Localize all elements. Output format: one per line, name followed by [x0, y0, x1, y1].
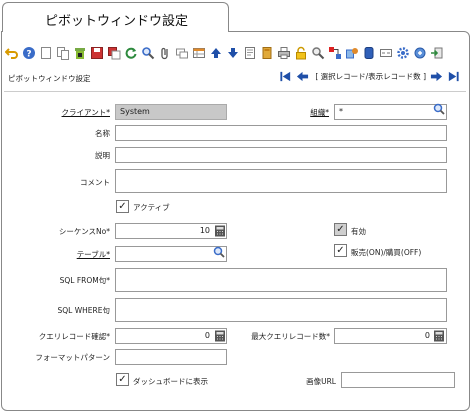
- org-search-icon[interactable]: [433, 103, 445, 115]
- org-label: 組織*: [310, 108, 329, 117]
- comment-field[interactable]: [115, 169, 447, 193]
- copy-record-icon[interactable]: [55, 46, 70, 61]
- form-icon[interactable]: [378, 46, 393, 61]
- svg-text:?: ?: [26, 50, 31, 60]
- first-record-icon[interactable]: [278, 69, 293, 84]
- table-field[interactable]: [115, 246, 227, 262]
- sql-where-label: SQL WHERE句: [57, 306, 110, 315]
- back-arrow-icon[interactable]: [295, 69, 310, 84]
- report-icon[interactable]: [242, 46, 257, 61]
- valid-label: 有効: [351, 227, 366, 236]
- attachment-icon[interactable]: [157, 46, 172, 61]
- sql-from-field[interactable]: [115, 268, 447, 292]
- format-label: フォーマットパターン: [35, 353, 110, 362]
- save-copy-icon[interactable]: [106, 46, 121, 61]
- exit-icon[interactable]: [429, 46, 444, 61]
- query-confirm-label: クエリレコード確認*: [38, 332, 110, 341]
- client-label: クライアント*: [61, 108, 110, 117]
- window-tab[interactable]: ピボットウィンドウ設定: [2, 2, 229, 32]
- lock-icon[interactable]: [293, 46, 308, 61]
- divider: [4, 91, 466, 92]
- forward-arrow-icon[interactable]: [429, 69, 444, 84]
- calculator-icon[interactable]: [214, 330, 226, 342]
- process-icon[interactable]: [412, 46, 427, 61]
- calculator-icon[interactable]: [433, 330, 445, 342]
- request-icon[interactable]: [361, 46, 376, 61]
- find-icon[interactable]: [140, 46, 155, 61]
- active-checkbox[interactable]: ✓: [116, 200, 129, 213]
- seq-label: シーケンスNo*: [58, 227, 110, 236]
- max-query-label: 最大クエリレコード数*: [251, 332, 330, 341]
- org-field[interactable]: *: [334, 104, 447, 120]
- next-record-icon[interactable]: [225, 46, 240, 61]
- description-field[interactable]: [115, 147, 447, 163]
- table-search-icon[interactable]: [213, 246, 225, 258]
- record-navigation: [ 選択レコード/表示レコード数 ]: [278, 69, 463, 84]
- calculator-icon[interactable]: [214, 225, 226, 237]
- previous-record-icon[interactable]: [208, 46, 223, 61]
- dashboard-checkbox[interactable]: ✓: [116, 373, 129, 386]
- archive-icon[interactable]: [259, 46, 274, 61]
- active-label: アクティブ: [133, 203, 170, 212]
- name-label: 名称: [95, 129, 110, 138]
- refresh-icon[interactable]: [123, 46, 138, 61]
- workflow-icon[interactable]: [327, 46, 342, 61]
- delete-icon[interactable]: [72, 46, 87, 61]
- new-record-icon[interactable]: [38, 46, 53, 61]
- grid-toggle-icon[interactable]: [191, 46, 206, 61]
- window-tab-title: ピボットウィンドウ設定: [45, 14, 189, 29]
- record-count-label: [ 選択レコード/表示レコード数 ]: [315, 72, 426, 81]
- sql-where-field[interactable]: [115, 298, 447, 322]
- window-subtitle: ピボットウィンドウ設定: [8, 74, 91, 83]
- max-query-field[interactable]: 0: [334, 328, 447, 344]
- save-icon[interactable]: [89, 46, 104, 61]
- sales-checkbox[interactable]: ✓: [334, 244, 347, 257]
- product-info-icon[interactable]: [344, 46, 359, 61]
- image-url-field[interactable]: [341, 372, 455, 388]
- window: ピボットウィンドウ設定 ? ピボットウィンドウ設定 [ 選択レコード/表示レコー…: [0, 0, 471, 412]
- image-url-label: 画像URL: [306, 377, 336, 386]
- sql-from-label: SQL FROM句*: [59, 276, 110, 285]
- description-label: 説明: [95, 151, 110, 160]
- settings-icon[interactable]: [395, 46, 410, 61]
- dashboard-label: ダッシュボードに表示: [133, 377, 208, 386]
- name-field[interactable]: [115, 125, 447, 141]
- format-field[interactable]: [115, 349, 227, 365]
- chat-icon[interactable]: [174, 46, 189, 61]
- table-label: テーブル*: [76, 250, 110, 259]
- comment-label: コメント: [80, 178, 110, 187]
- toolbar: ?: [4, 42, 446, 64]
- print-icon[interactable]: [276, 46, 291, 61]
- last-record-icon[interactable]: [446, 69, 461, 84]
- valid-checkbox: ✓: [334, 223, 347, 236]
- seq-field[interactable]: 10: [115, 223, 227, 239]
- zoom-icon[interactable]: [310, 46, 325, 61]
- client-field: System: [115, 104, 227, 120]
- undo-icon[interactable]: [4, 46, 19, 61]
- help-icon[interactable]: ?: [21, 46, 36, 61]
- query-confirm-field[interactable]: 0: [115, 328, 227, 344]
- sales-label: 販売(ON)/購買(OFF): [351, 248, 422, 257]
